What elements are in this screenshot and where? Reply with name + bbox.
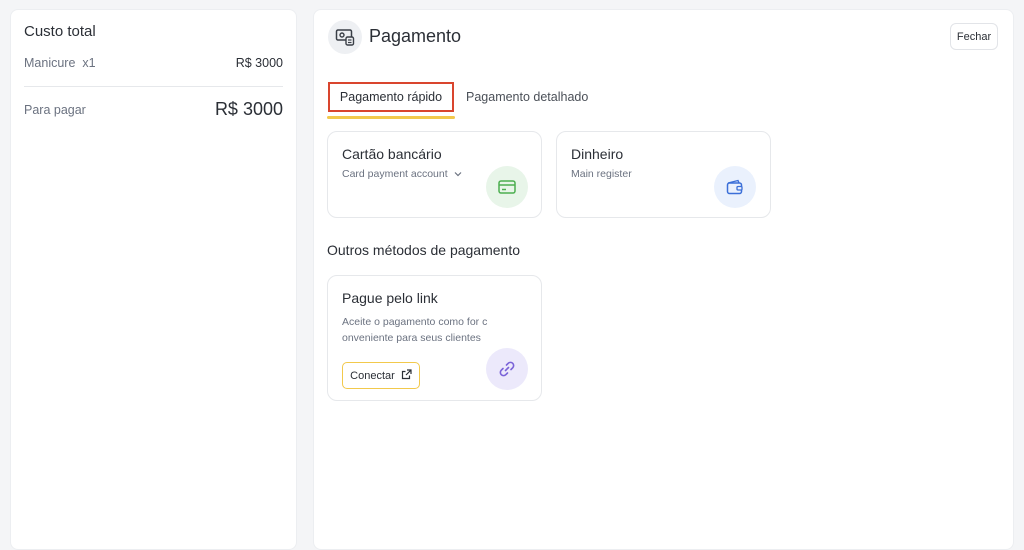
order-summary-panel: Custo total Manicure x1 R$ 3000 Para pag… — [10, 9, 297, 550]
summary-title: Custo total — [24, 23, 96, 40]
close-button[interactable]: Fechar — [950, 23, 998, 50]
tab-quick-payment[interactable]: Pagamento rápido — [328, 82, 454, 112]
card-account-select[interactable]: Card payment account — [342, 168, 462, 180]
payment-panel: Pagamento Fechar Pagamento rápido Pagame… — [313, 9, 1014, 550]
credit-card-icon — [486, 166, 528, 208]
pay-by-link-description: Aceite o pagamento como for conveniente … — [342, 316, 488, 344]
summary-divider — [24, 86, 283, 87]
cash-payment-title: Dinheiro — [571, 146, 624, 162]
external-link-icon — [401, 368, 412, 383]
cash-register-icon — [328, 20, 362, 54]
line-item: Manicure x1 R$ 3000 — [24, 56, 283, 70]
connect-button[interactable]: Conectar — [342, 362, 420, 389]
pay-by-link-title: Pague pelo link — [342, 290, 438, 306]
tab-detailed-payment[interactable]: Pagamento detalhado — [466, 82, 588, 112]
cash-payment-option[interactable]: Dinheiro Main register — [556, 131, 771, 218]
other-methods-title: Outros métodos de pagamento — [327, 242, 521, 258]
card-payment-title: Cartão bancário — [342, 146, 442, 162]
link-icon — [486, 348, 528, 390]
cash-register-name: Main register — [571, 168, 632, 180]
card-payment-option[interactable]: Cartão bancário Card payment account — [327, 131, 542, 218]
pay-by-link-card: Pague pelo link Aceite o pagamento como … — [327, 275, 542, 401]
to-pay-label: Para pagar — [24, 102, 86, 117]
card-account-label: Card payment account — [342, 168, 448, 180]
page-title: Pagamento — [369, 26, 462, 46]
to-pay-row: Para pagar R$ 3000 — [24, 99, 283, 120]
connect-label: Conectar — [350, 369, 395, 382]
active-tab-indicator — [327, 116, 455, 119]
chevron-down-icon — [454, 168, 462, 180]
payment-tabs: Pagamento rápido Pagamento detalhado — [327, 80, 627, 120]
to-pay-amount: R$ 3000 — [214, 99, 283, 119]
cash-register-label: Main register — [571, 168, 632, 180]
wallet-icon — [714, 166, 756, 208]
line-item-name: Manicure x1 — [24, 56, 96, 70]
line-item-price: R$ 3000 — [235, 56, 283, 70]
